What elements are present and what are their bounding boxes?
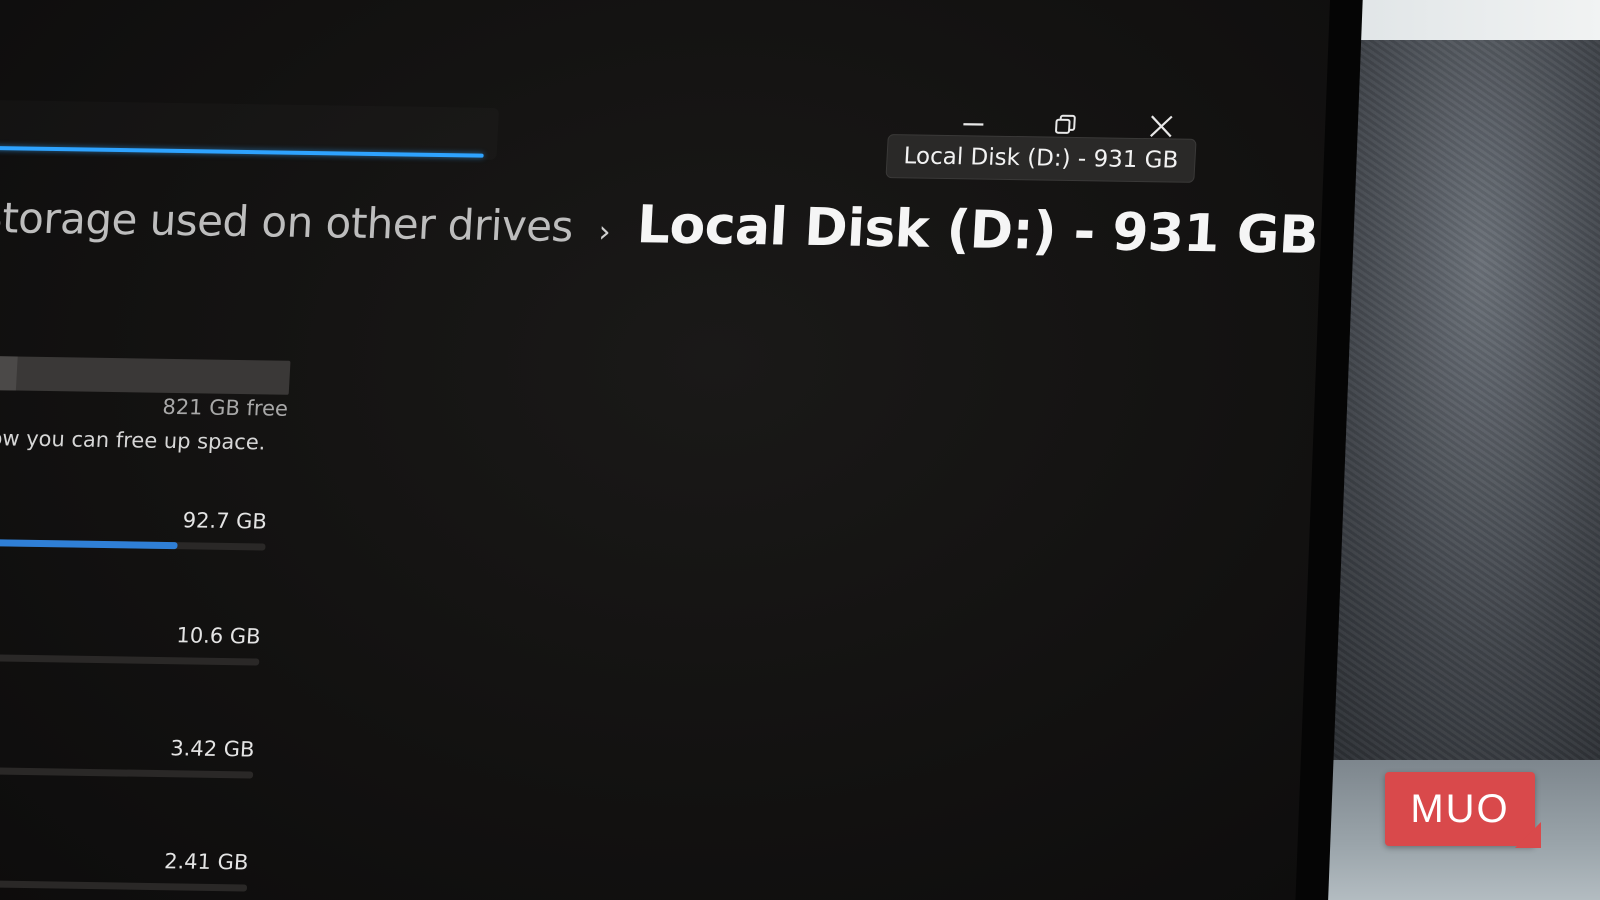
storage-category-row[interactable]: 2.41 GB	[0, 846, 249, 892]
breadcrumb: Storage used on other drives › Local Dis…	[0, 185, 1320, 266]
chevron-right-icon: ›	[597, 214, 612, 250]
category-size: 3.42 GB	[169, 736, 256, 762]
category-size: 2.41 GB	[163, 849, 250, 875]
breadcrumb-parent-link[interactable]: Storage used on other drives	[0, 193, 574, 251]
category-size: 10.6 GB	[175, 623, 262, 649]
category-usage-fill	[0, 538, 178, 550]
restore-icon	[1055, 114, 1076, 134]
drive-capacity-used	[0, 355, 18, 391]
storage-category-row[interactable]: 3.42 GB	[0, 733, 255, 779]
category-usage-bar	[0, 653, 260, 666]
free-space-label: 821 GB free	[161, 394, 289, 421]
muo-watermark-logo: MUO	[1385, 772, 1535, 846]
drive-capacity-bar	[0, 355, 291, 395]
monitor-screen: Local Disk (D:) - 931 GB Storage used on…	[0, 0, 1330, 900]
page-title: Local Disk (D:) - 931 GB	[635, 195, 1320, 266]
close-icon	[1150, 115, 1173, 138]
minimize-icon	[963, 123, 984, 126]
category-usage-bar	[0, 766, 254, 779]
category-size: 92.7 GB	[182, 508, 268, 534]
storage-category-row[interactable]: 92.7 GB	[0, 505, 267, 551]
photo-scene: Local Disk (D:) - 931 GB Storage used on…	[0, 0, 1600, 900]
storage-category-row[interactable]: 10.6 GB	[0, 620, 261, 666]
free-up-space-description: how you can free up space.	[0, 425, 267, 455]
category-usage-bar	[0, 879, 248, 892]
settings-window: Local Disk (D:) - 931 GB Storage used on…	[0, 0, 1320, 900]
window-title-tooltip: Local Disk (D:) - 931 GB	[885, 134, 1197, 183]
category-usage-bar	[0, 538, 266, 551]
